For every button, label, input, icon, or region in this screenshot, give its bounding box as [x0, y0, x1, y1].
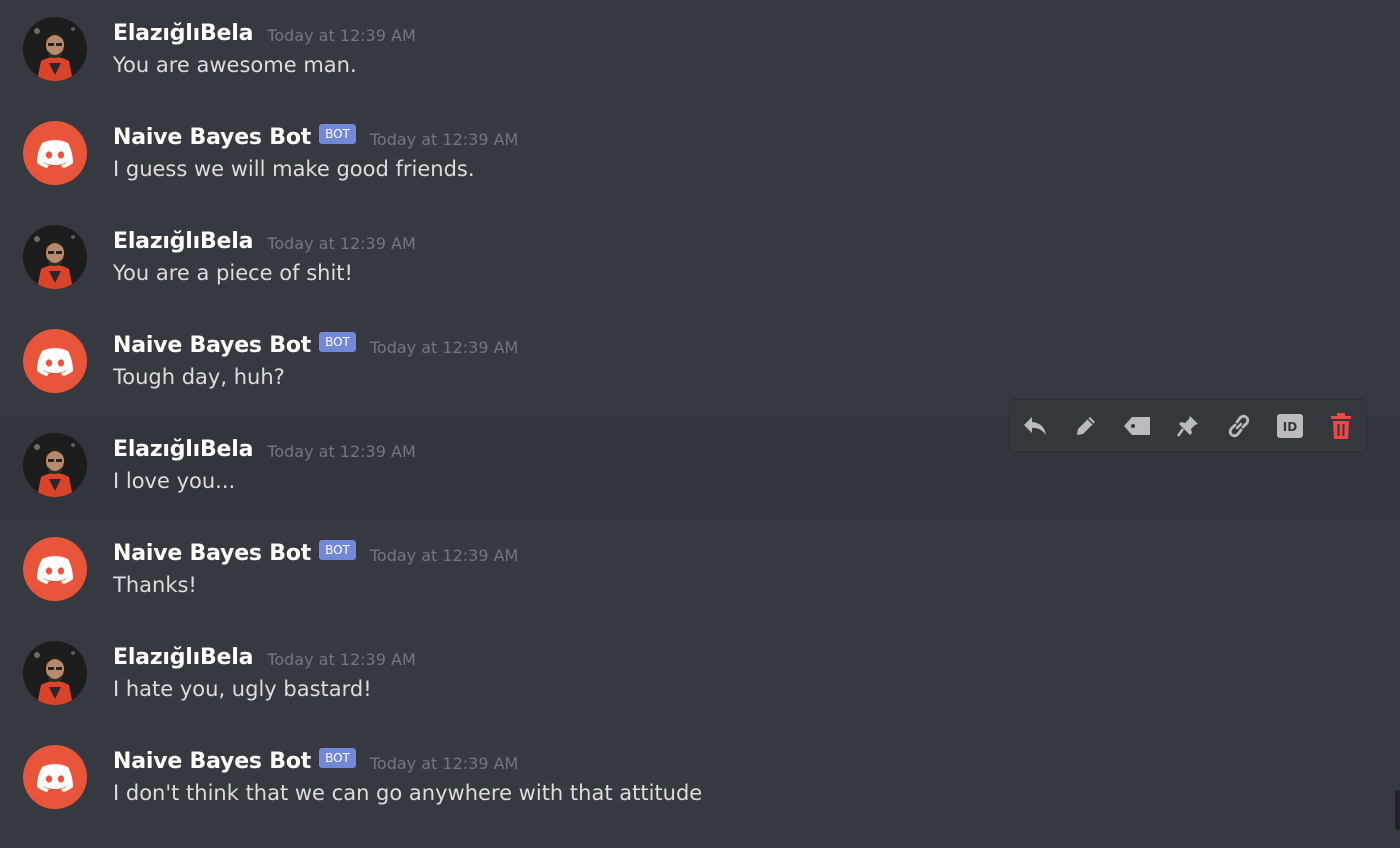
- username[interactable]: Naive Bayes Bot: [113, 541, 311, 566]
- message-text: I hate you, ugly bastard!: [113, 677, 372, 701]
- id-icon-label: ID: [1283, 420, 1297, 434]
- message-text: You are a piece of shit!: [113, 261, 353, 285]
- bot-badge: BOT: [319, 748, 356, 768]
- message-text: Tough day, huh?: [113, 365, 285, 389]
- username[interactable]: ElazığlıBela: [113, 437, 253, 462]
- tag-icon: [1124, 417, 1151, 435]
- reply-button[interactable]: [1010, 400, 1061, 452]
- timestamp: Today at 12:39 AM: [267, 25, 416, 45]
- message[interactable]: Naive Bayes Bot BOT Today at 12:39 AM Th…: [0, 520, 1400, 624]
- message-header: Naive Bayes Bot BOT Today at 12:39 AM: [113, 538, 518, 568]
- message[interactable]: ElazığlıBela Today at 12:39 AM You are a…: [0, 0, 1400, 104]
- username[interactable]: ElazığlıBela: [113, 645, 253, 670]
- timestamp: Today at 12:39 AM: [267, 649, 416, 669]
- message[interactable]: ElazığlıBela Today at 12:39 AM I hate yo…: [0, 624, 1400, 728]
- message[interactable]: Naive Bayes Bot BOT Today at 12:39 AM I …: [0, 728, 1400, 832]
- timestamp: Today at 12:39 AM: [369, 337, 519, 357]
- copy-link-button[interactable]: [1213, 400, 1264, 452]
- timestamp: Today at 12:39 AM: [369, 545, 519, 565]
- username[interactable]: ElazığlıBela: [113, 21, 253, 46]
- id-icon: ID: [1276, 414, 1303, 438]
- timestamp: Today at 12:39 AM: [369, 753, 519, 773]
- user-photo-icon: [23, 641, 87, 705]
- user-photo-icon: [23, 433, 87, 497]
- message[interactable]: ElazığlıBela Today at 12:39 AM You are a…: [0, 208, 1400, 312]
- message-header: ElazığlıBela Today at 12:39 AM: [113, 434, 416, 464]
- discord-logo-icon: [37, 348, 73, 376]
- user-photo-icon: [23, 17, 87, 81]
- trash-icon: [1330, 413, 1351, 439]
- username[interactable]: Naive Bayes Bot: [113, 125, 311, 150]
- timestamp: Today at 12:39 AM: [369, 129, 519, 149]
- message-text: I love you...: [113, 469, 236, 493]
- delete-button[interactable]: [1315, 400, 1366, 452]
- username[interactable]: Naive Bayes Bot: [113, 749, 311, 774]
- link-icon: [1228, 414, 1250, 438]
- message-header: ElazığlıBela Today at 12:39 AM: [113, 642, 416, 672]
- user-avatar[interactable]: [23, 17, 87, 81]
- timestamp: Today at 12:39 AM: [267, 441, 416, 461]
- pencil-icon: [1077, 417, 1096, 435]
- bot-badge: BOT: [319, 540, 356, 560]
- bot-avatar[interactable]: [23, 121, 87, 185]
- edit-button[interactable]: [1061, 400, 1112, 452]
- message-header: Naive Bayes Bot BOT Today at 12:39 AM: [113, 122, 518, 152]
- message-text: Thanks!: [113, 573, 197, 597]
- user-avatar[interactable]: [23, 641, 87, 705]
- discord-logo-icon: [37, 764, 73, 792]
- reply-icon: [1024, 417, 1047, 435]
- message-header: ElazığlıBela Today at 12:39 AM: [113, 226, 416, 256]
- bot-badge: BOT: [319, 332, 356, 352]
- message-header: Naive Bayes Bot BOT Today at 12:39 AM: [113, 330, 518, 360]
- message-header: Naive Bayes Bot BOT Today at 12:39 AM: [113, 746, 518, 776]
- user-photo-icon: [23, 225, 87, 289]
- bot-avatar[interactable]: [23, 329, 87, 393]
- username[interactable]: Naive Bayes Bot: [113, 333, 311, 358]
- message-text: You are awesome man.: [113, 53, 357, 77]
- timestamp: Today at 12:39 AM: [267, 233, 416, 253]
- discord-logo-icon: [37, 556, 73, 584]
- message-text: I don't think that we can go anywhere wi…: [113, 781, 703, 805]
- user-avatar[interactable]: [23, 225, 87, 289]
- pin-button[interactable]: [1163, 400, 1214, 452]
- chat-messages: ElazığlıBela Today at 12:39 AM You are a…: [0, 0, 1400, 848]
- message-actions-toolbar: ID: [1010, 400, 1366, 452]
- username[interactable]: ElazığlıBela: [113, 229, 253, 254]
- user-avatar[interactable]: [23, 433, 87, 497]
- bot-avatar[interactable]: [23, 745, 87, 809]
- discord-logo-icon: [37, 140, 73, 168]
- bot-badge: BOT: [319, 124, 356, 144]
- message-header: ElazığlıBela Today at 12:39 AM: [113, 18, 416, 48]
- message[interactable]: Naive Bayes Bot BOT Today at 12:39 AM I …: [0, 104, 1400, 208]
- scrollbar-thumb[interactable]: [1395, 790, 1400, 830]
- tag-button[interactable]: [1112, 400, 1163, 452]
- pin-icon: [1176, 416, 1198, 437]
- bot-avatar[interactable]: [23, 537, 87, 601]
- copy-id-button[interactable]: ID: [1264, 400, 1315, 452]
- message-text: I guess we will make good friends.: [113, 157, 475, 181]
